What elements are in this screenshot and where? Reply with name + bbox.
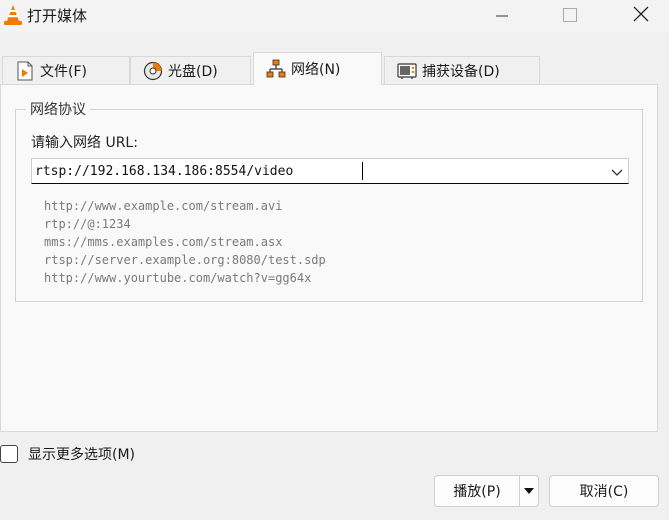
more-options-label[interactable]: 显示更多选项(M): [28, 444, 135, 464]
minimize-icon: [496, 7, 508, 26]
example-url: rtsp://server.example.org:8080/test.sdp: [44, 253, 326, 267]
play-button[interactable]: 播放(P): [434, 475, 519, 507]
example-url: http://www.example.com/stream.avi: [44, 199, 283, 213]
example-url: http://www.yourtube.com/watch?v=gg64x: [44, 271, 312, 285]
vlc-cone-icon: [3, 4, 23, 26]
network-icon: [266, 59, 286, 79]
example-url: rtp://@:1234: [44, 217, 131, 231]
minimize-button[interactable]: [479, 0, 525, 32]
tab-capture-device-label: 捕获设备(D): [422, 63, 500, 80]
network-tab-panel: 网络协议 请输入网络 URL: http://www.example.com/s…: [0, 84, 658, 432]
capture-device-icon: [397, 61, 417, 81]
tab-strip: 文件(F) 光盘(D) 网络(N) 捕获设备(D): [0, 52, 669, 85]
tab-file-label: 文件(F): [40, 63, 87, 80]
text-cursor: [362, 162, 363, 180]
title-bar: 打开媒体: [0, 0, 669, 32]
close-icon: [633, 6, 649, 26]
url-examples: http://www.example.com/stream.avi rtp://…: [44, 197, 326, 287]
play-button-label: 播放(P): [453, 484, 501, 500]
window-title: 打开媒体: [27, 7, 88, 25]
example-url: mms://mms.examples.com/stream.asx: [44, 235, 283, 249]
tab-disc[interactable]: 光盘(D): [130, 56, 251, 84]
close-button[interactable]: [618, 0, 664, 32]
more-options-row[interactable]: 显示更多选项(M): [0, 444, 135, 464]
group-title: 网络协议: [26, 99, 90, 119]
play-options-dropdown[interactable]: [519, 475, 539, 507]
tab-file[interactable]: 文件(F): [2, 56, 130, 84]
tab-network-label: 网络(N): [291, 62, 341, 78]
network-protocol-group: 网络协议 请输入网络 URL: http://www.example.com/s…: [15, 99, 643, 302]
tab-network[interactable]: 网络(N): [253, 52, 382, 85]
cancel-button[interactable]: 取消(C): [549, 475, 659, 507]
more-options-checkbox[interactable]: [0, 445, 18, 463]
tab-disc-label: 光盘(D): [168, 63, 218, 80]
maximize-icon: [563, 7, 577, 26]
cancel-button-label: 取消(C): [579, 484, 629, 500]
maximize-button[interactable]: [547, 0, 593, 32]
file-play-icon: [15, 61, 35, 81]
tab-capture-device[interactable]: 捕获设备(D): [384, 56, 540, 84]
url-label: 请输入网络 URL:: [31, 135, 138, 151]
disc-icon: [143, 61, 163, 81]
url-input[interactable]: [35, 160, 595, 182]
chevron-down-icon[interactable]: [610, 165, 624, 179]
caret-down-icon: [524, 483, 534, 499]
url-combobox[interactable]: [31, 158, 629, 184]
